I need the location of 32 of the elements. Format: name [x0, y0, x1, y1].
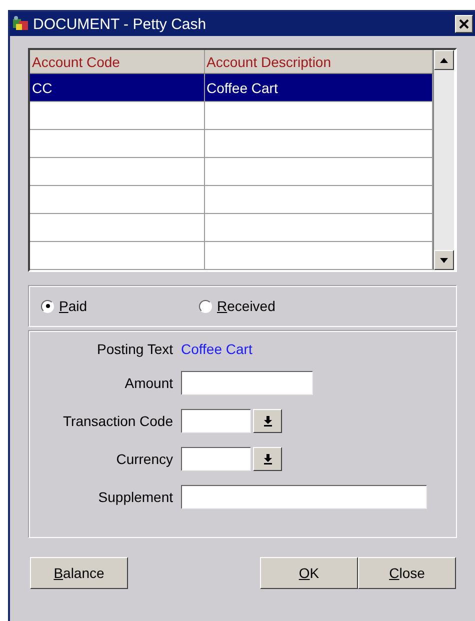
input-field[interactable] — [181, 371, 313, 395]
input-field[interactable] — [181, 409, 251, 433]
radio-button[interactable] — [41, 300, 54, 312]
input-field[interactable] — [181, 485, 427, 509]
field-label: Amount — [124, 375, 173, 391]
table-cell[interactable]: CC — [30, 74, 204, 102]
dialog-button[interactable]: Close — [358, 557, 456, 589]
dropdown-button[interactable] — [253, 447, 282, 471]
window-title: DOCUMENT - Petty Cash — [33, 16, 206, 32]
dialog-button[interactable]: OK — [260, 557, 358, 589]
field-label: Supplement — [98, 489, 173, 505]
posting-text-value: Coffee Cart — [181, 341, 254, 357]
radio-option[interactable]: Received — [199, 298, 357, 314]
input-field[interactable] — [181, 447, 251, 471]
field-label: Transaction Code — [63, 413, 173, 429]
dropdown-button[interactable] — [253, 409, 282, 433]
scrollbar[interactable] — [433, 50, 454, 270]
close-button[interactable] — [455, 15, 473, 33]
down-arrow-icon — [262, 453, 272, 465]
radio-option[interactable]: Paid — [41, 298, 199, 314]
radio-button[interactable] — [199, 300, 212, 312]
dialog-button[interactable]: Balance — [30, 557, 128, 589]
table-cell[interactable]: Coffee Cart — [204, 74, 432, 102]
close-icon — [459, 19, 469, 29]
field-label: Posting Text — [96, 341, 173, 357]
field-label: Currency — [116, 451, 173, 467]
up-arrow-icon — [440, 58, 448, 62]
column-header[interactable]: Account Description — [204, 50, 432, 74]
down-arrow-icon — [262, 415, 272, 427]
down-arrow-icon — [440, 258, 448, 262]
app-icon — [12, 15, 30, 33]
column-header[interactable]: Account Code — [30, 50, 204, 74]
